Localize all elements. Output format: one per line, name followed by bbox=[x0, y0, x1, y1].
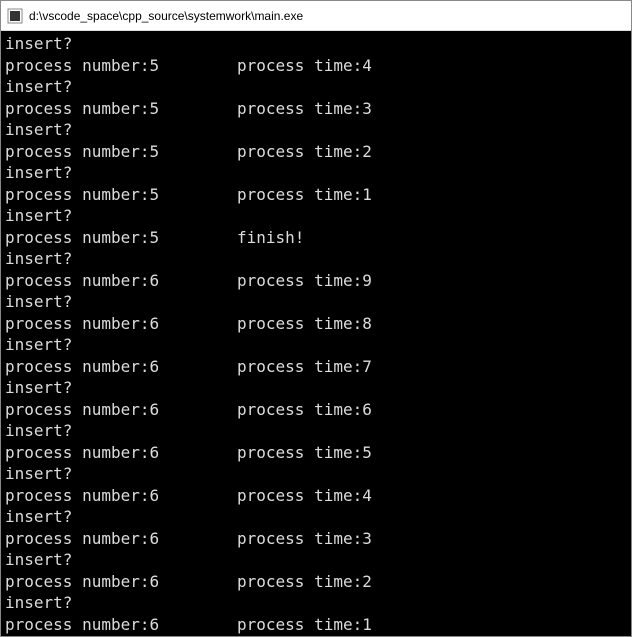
process-finish-cell: finish! bbox=[237, 227, 304, 249]
console-line: insert? bbox=[5, 119, 627, 141]
process-number-cell: process number:6 bbox=[5, 313, 237, 335]
window-title: d:\vscode_space\cpp_source\systemwork\ma… bbox=[29, 9, 303, 23]
process-number-cell: process number:5 bbox=[5, 55, 237, 77]
process-number-cell: process number:6 bbox=[5, 356, 237, 378]
console-line: insert? bbox=[5, 463, 627, 485]
process-time-cell: process time:7 bbox=[237, 356, 372, 378]
console-line: process number:5process time:4 bbox=[5, 55, 627, 77]
console-line: process number:6process time:5 bbox=[5, 442, 627, 464]
console-line: insert? bbox=[5, 33, 627, 55]
process-time-cell: process time:3 bbox=[237, 528, 372, 550]
console-line: process number:6process time:9 bbox=[5, 270, 627, 292]
console-line: insert? bbox=[5, 162, 627, 184]
process-number-cell: process number:5 bbox=[5, 98, 237, 120]
console-line: insert? bbox=[5, 76, 627, 98]
process-number-cell: process number:5 bbox=[5, 141, 237, 163]
console-line: process number:6process time:8 bbox=[5, 313, 627, 335]
process-time-cell: process time:9 bbox=[237, 270, 372, 292]
process-time-cell: process time:1 bbox=[237, 184, 372, 206]
process-time-cell: process time:5 bbox=[237, 442, 372, 464]
console-line: process number:6process time:2 bbox=[5, 571, 627, 593]
console-line: insert? bbox=[5, 334, 627, 356]
process-number-cell: process number:6 bbox=[5, 270, 237, 292]
console-line: insert? bbox=[5, 420, 627, 442]
process-number-cell: process number:6 bbox=[5, 614, 237, 636]
process-time-cell: process time:4 bbox=[237, 485, 372, 507]
console-line: process number:6process time:1 bbox=[5, 614, 627, 636]
titlebar[interactable]: d:\vscode_space\cpp_source\systemwork\ma… bbox=[1, 1, 631, 31]
app-window: d:\vscode_space\cpp_source\systemwork\ma… bbox=[0, 0, 632, 637]
console-line: insert? bbox=[5, 291, 627, 313]
console-line: process number:5process time:3 bbox=[5, 98, 627, 120]
process-number-cell: process number:5 bbox=[5, 184, 237, 206]
console-line: insert? bbox=[5, 549, 627, 571]
console-line: insert? bbox=[5, 205, 627, 227]
console-line: process number:6process time:6 bbox=[5, 399, 627, 421]
console-line: process number:5process time:1 bbox=[5, 184, 627, 206]
process-time-cell: process time:2 bbox=[237, 571, 372, 593]
process-time-cell: process time:4 bbox=[237, 55, 372, 77]
process-number-cell: process number:5 bbox=[5, 227, 237, 249]
console-line: insert? bbox=[5, 592, 627, 614]
process-time-cell: process time:8 bbox=[237, 313, 372, 335]
console-line: process number:5process time:2 bbox=[5, 141, 627, 163]
process-time-cell: process time:3 bbox=[237, 98, 372, 120]
process-number-cell: process number:6 bbox=[5, 399, 237, 421]
console-line: insert? bbox=[5, 248, 627, 270]
app-icon bbox=[7, 8, 23, 24]
console-line: process number:6process time:7 bbox=[5, 356, 627, 378]
process-time-cell: process time:2 bbox=[237, 141, 372, 163]
console-line: process number:6process time:4 bbox=[5, 485, 627, 507]
process-number-cell: process number:6 bbox=[5, 485, 237, 507]
console-line: process number:6process time:3 bbox=[5, 528, 627, 550]
process-time-cell: process time:6 bbox=[237, 399, 372, 421]
console-output[interactable]: insert?process number:5process time:4ins… bbox=[1, 31, 631, 636]
process-number-cell: process number:6 bbox=[5, 442, 237, 464]
console-line: process number:5finish! bbox=[5, 227, 627, 249]
console-line: insert? bbox=[5, 506, 627, 528]
process-number-cell: process number:6 bbox=[5, 528, 237, 550]
console-line: The process is complete! bbox=[5, 635, 627, 636]
console-line: insert? bbox=[5, 377, 627, 399]
process-time-cell: process time:1 bbox=[237, 614, 372, 636]
process-number-cell: process number:6 bbox=[5, 571, 237, 593]
